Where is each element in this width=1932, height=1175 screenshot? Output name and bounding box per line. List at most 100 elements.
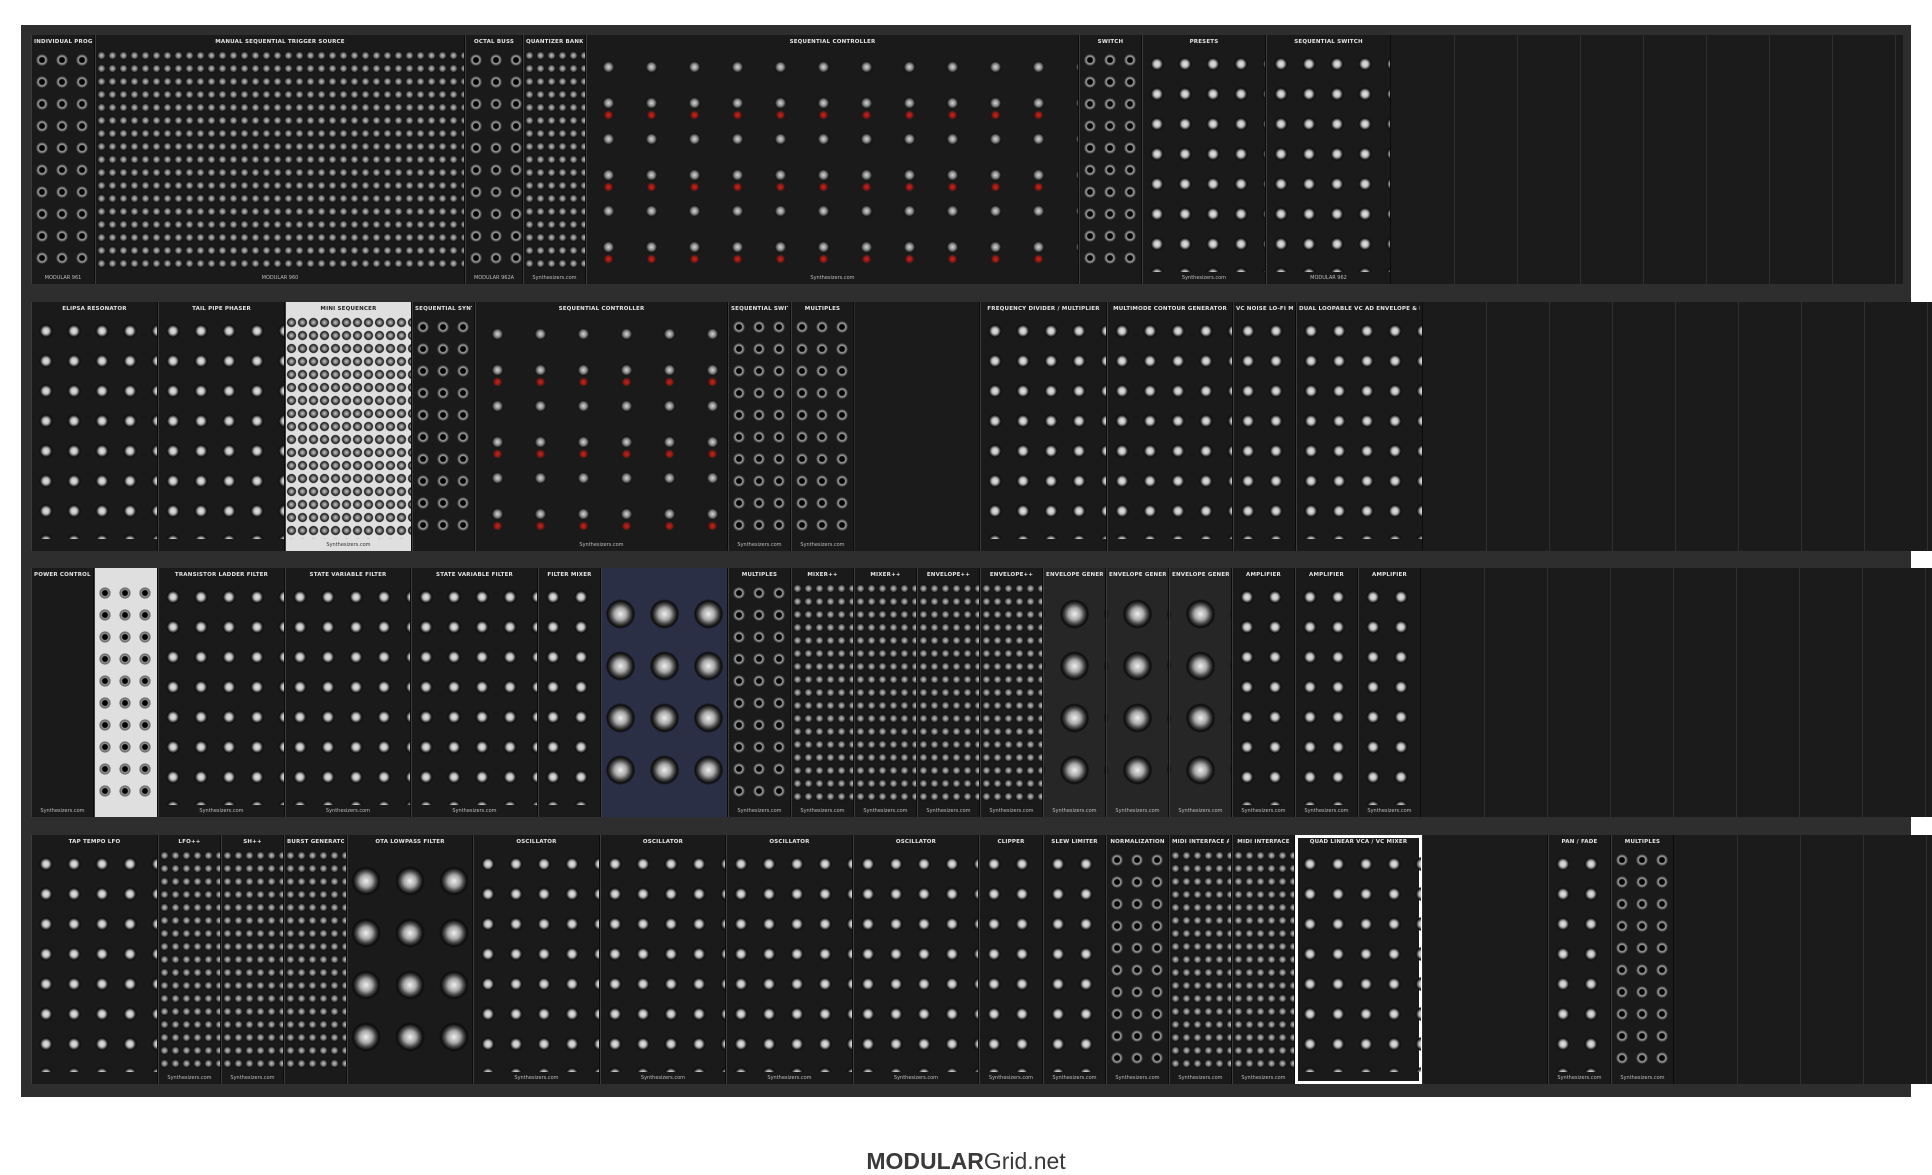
hp-divider: [1800, 835, 1801, 1084]
module[interactable]: Sequential Switch MODULAR 962: [1266, 35, 1391, 284]
module[interactable]: Manual Sequential Trigger Source MODULAR …: [95, 35, 465, 284]
module-title: Multiples: [741, 572, 778, 578]
module[interactable]: State Variable Filter Synthesizers.com: [411, 568, 538, 817]
hp-divider: [1610, 568, 1611, 817]
module-brand: Synthesizers.com: [1367, 808, 1412, 814]
module-brand: Synthesizers.com: [737, 542, 782, 548]
module[interactable]: [94, 568, 158, 817]
module[interactable]: Tap Tempo LFO: [31, 835, 158, 1084]
module-title: Envelope Generator: [1109, 572, 1166, 578]
module[interactable]: VC Noise Lo-Fi Machine: [1233, 302, 1296, 551]
module[interactable]: LFO++ Synthesizers.com: [158, 835, 221, 1084]
module-brand: Synthesizers.com: [800, 542, 845, 548]
module[interactable]: Elipsa Resonator: [31, 302, 158, 551]
module-controls: [413, 316, 474, 539]
module[interactable]: Sequential Controller Synthesizers.com: [586, 35, 1079, 284]
module[interactable]: Mini Sequencer Synthesizers.com: [285, 302, 412, 551]
module[interactable]: Amplifier Synthesizers.com: [1232, 568, 1295, 817]
modulargrid-logo[interactable]: MODULARGrid.net: [0, 1148, 1932, 1175]
module-title: Envelope Generator: [1046, 572, 1103, 578]
module[interactable]: OTA Lowpass Filter: [347, 835, 473, 1084]
module[interactable]: Normalization Synthesizers.com: [1106, 835, 1169, 1084]
hp-divider: [1862, 568, 1863, 817]
hp-divider: [1517, 35, 1518, 284]
module[interactable]: Slew Limiter Synthesizers.com: [1043, 835, 1106, 1084]
module-controls: [981, 316, 1106, 539]
module-title: Tail Pipe Phaser: [192, 306, 251, 312]
module-title: Pan / Fade: [1561, 839, 1598, 845]
logo-bold: MODULAR: [866, 1148, 984, 1174]
module-controls: [855, 582, 916, 805]
module-title: Envelope++: [926, 572, 971, 578]
module[interactable]: Power Control + Interface Synthesizers.co…: [31, 568, 94, 817]
module[interactable]: Envelope Generator Synthesizers.com: [1043, 568, 1106, 817]
module[interactable]: Quantizer Bank Synthesizers.com: [523, 35, 586, 284]
module-title: Sequential Synth: [415, 306, 472, 312]
module[interactable]: Frequency Divider / Multiplier: [980, 302, 1107, 551]
module-title: Mini Sequencer: [320, 306, 377, 312]
module[interactable]: Multiples Synthesizers.com: [791, 302, 854, 551]
module[interactable]: Pan / Fade Synthesizers.com: [1548, 835, 1611, 1084]
module-controls: [286, 316, 411, 539]
module[interactable]: Burst Generator: [284, 835, 347, 1084]
module[interactable]: Multiples Synthesizers.com: [1611, 835, 1674, 1084]
module[interactable]: Mixer++ Synthesizers.com: [854, 568, 917, 817]
module-title: Oscillator: [642, 839, 684, 845]
module-brand: Synthesizers.com: [1241, 1075, 1286, 1081]
module-title: Oscillator: [895, 839, 937, 845]
hp-divider: [1484, 568, 1485, 817]
module[interactable]: Tail Pipe Phaser: [158, 302, 285, 551]
module-controls: [95, 582, 157, 805]
module[interactable]: Envelope++ Synthesizers.com: [980, 568, 1043, 817]
module-controls: [1612, 849, 1673, 1072]
module-controls: [412, 582, 537, 805]
module-controls: [1233, 849, 1294, 1072]
module-brand: Synthesizers.com: [1304, 808, 1349, 814]
module[interactable]: Quad Linear VCA / VC Mixer: [1295, 835, 1422, 1084]
module[interactable]: Filter Mixer: [538, 568, 601, 817]
module[interactable]: Amplifier Synthesizers.com: [1358, 568, 1421, 817]
module-controls: [32, 849, 157, 1072]
module[interactable]: Oscillator Synthesizers.com: [853, 835, 979, 1084]
module[interactable]: Oscillator Synthesizers.com: [726, 835, 853, 1084]
hp-divider: [1454, 35, 1455, 284]
module[interactable]: Envelope++ Synthesizers.com: [917, 568, 980, 817]
module-controls: [159, 316, 284, 539]
module-brand: Synthesizers.com: [1620, 1075, 1665, 1081]
module-title: Transistor Ladder Filter: [174, 572, 269, 578]
module[interactable]: [601, 568, 728, 817]
module[interactable]: Presets Synthesizers.com: [1142, 35, 1266, 284]
module[interactable]: Dual Loopable VC AD Envelope & More: [1296, 302, 1423, 551]
module-title: Switch: [1097, 39, 1124, 45]
module[interactable]: State Variable Filter Synthesizers.com: [285, 568, 411, 817]
module-brand: Synthesizers.com: [767, 1075, 812, 1081]
module[interactable]: Mixer++ Synthesizers.com: [791, 568, 854, 817]
module[interactable]: Clipper Synthesizers.com: [979, 835, 1043, 1084]
module[interactable]: MIDI Interface A/D Synthesizers.com: [1169, 835, 1232, 1084]
module-brand: Synthesizers.com: [893, 1075, 939, 1081]
module[interactable]: Oscillator Synthesizers.com: [473, 835, 600, 1084]
module-title: Power Control + Interface: [34, 572, 91, 578]
module[interactable]: Transistor Ladder Filter Synthesizers.com: [158, 568, 285, 817]
module[interactable]: Envelope Generator Synthesizers.com: [1106, 568, 1169, 817]
module[interactable]: Individual Programmer MODULAR 961: [31, 35, 95, 284]
empty-rack-space: [1421, 568, 1932, 817]
module-title: Octal Buss: [473, 39, 515, 45]
module[interactable]: Sequential Synth: [412, 302, 475, 551]
module[interactable]: Octal Buss MODULAR 962A: [465, 35, 523, 284]
module[interactable]: SH++ Synthesizers.com: [221, 835, 284, 1084]
module[interactable]: Sequential Controller Synthesizers.com: [475, 302, 728, 551]
module[interactable]: Oscillator Synthesizers.com: [600, 835, 726, 1084]
module-controls: [587, 49, 1078, 272]
module-brand: Synthesizers.com: [1178, 1075, 1223, 1081]
module[interactable]: Switch: [1079, 35, 1142, 284]
module[interactable]: Multimode Contour Generator: [1107, 302, 1233, 551]
module[interactable]: Envelope Generator Synthesizers.com: [1169, 568, 1232, 817]
module[interactable]: Sequential Switch Synthesizers.com: [728, 302, 791, 551]
module-title: Burst Generator: [287, 839, 344, 845]
module[interactable]: Amplifier Synthesizers.com: [1295, 568, 1358, 817]
module-title: Sequential Switch: [1294, 39, 1363, 45]
hp-divider: [1673, 568, 1674, 817]
module[interactable]: MIDI Interface Synthesizers.com: [1232, 835, 1295, 1084]
module[interactable]: Multiples Synthesizers.com: [728, 568, 791, 817]
